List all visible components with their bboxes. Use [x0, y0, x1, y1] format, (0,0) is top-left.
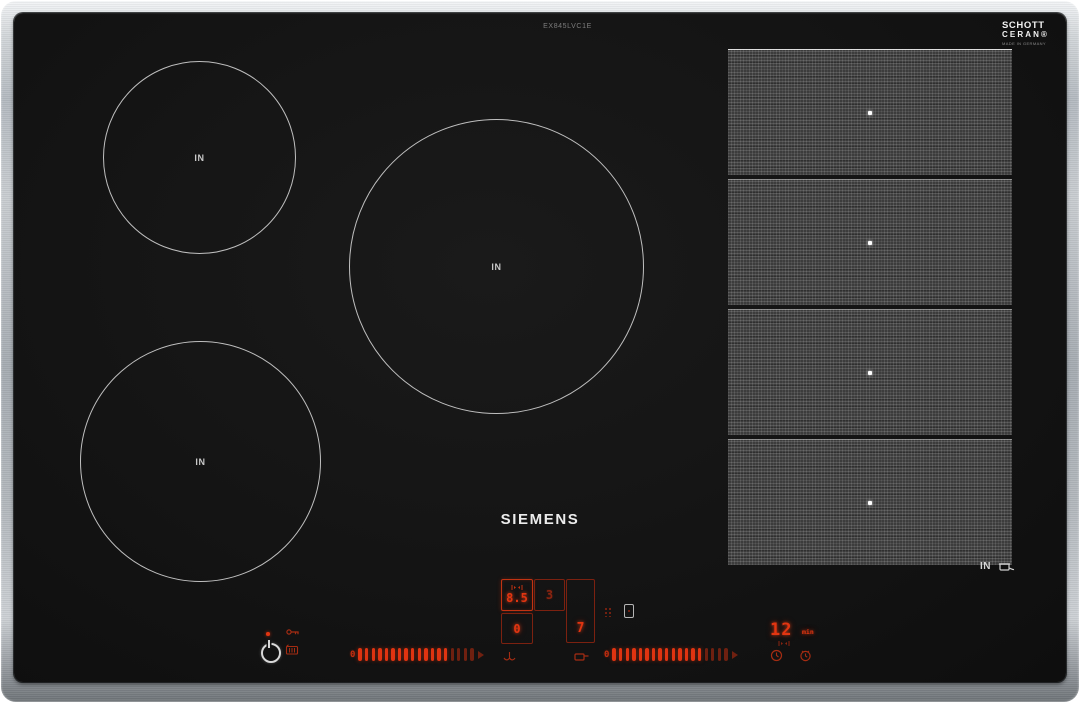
slider-segment[interactable] [470, 648, 474, 661]
flex-zone-segment [728, 309, 1012, 435]
schott-ceran-logo: SCHOTT CERAN® MADE IN GERMANY [1002, 21, 1060, 46]
zone-in-label: IN [491, 261, 502, 272]
timer-unit-label: min [802, 628, 814, 636]
model-code: EX845LVC1E [543, 23, 592, 30]
slider-boost-arrow-icon [731, 650, 738, 659]
slider-segment[interactable] [645, 648, 649, 661]
slider-segment[interactable] [704, 648, 708, 661]
child-lock-key-icon[interactable] [286, 628, 300, 636]
siemens-logo: SIEMENS [500, 511, 580, 528]
flex-zone-in-marking: IN [980, 560, 1015, 572]
cooking-zone-center-large: IN [349, 119, 644, 414]
slider-segment[interactable] [384, 648, 389, 661]
slider-zero-label: 0 [350, 649, 356, 660]
slider-segment[interactable] [612, 648, 616, 661]
slider-segment[interactable] [658, 648, 662, 661]
power-level-value: 0 [513, 621, 521, 636]
slider-segment[interactable] [424, 648, 428, 661]
timer-clock-icon[interactable] [770, 649, 783, 662]
bridge-zones-icon [511, 585, 523, 590]
power-level-value: 8.5 [506, 591, 528, 605]
heat-dots-icon [604, 607, 612, 617]
power-display-bridge[interactable]: 8.5 [501, 579, 533, 611]
slider-segment[interactable] [638, 648, 643, 661]
zone-center-dot [868, 240, 872, 245]
slider-segment[interactable] [632, 648, 636, 661]
pot-icon [998, 560, 1015, 572]
flex-zone-segment [728, 439, 1012, 565]
cooking-zone-front-left: IN [80, 341, 321, 582]
zone-center-dot [868, 110, 872, 115]
slider-segment[interactable] [437, 648, 441, 661]
slider-segment[interactable] [724, 648, 728, 661]
slider-segment[interactable] [417, 648, 422, 661]
power-display-secondary[interactable]: 3 [534, 579, 565, 611]
slider-segment[interactable] [404, 648, 408, 661]
slider-segment[interactable] [457, 648, 461, 661]
slider-segment[interactable] [463, 648, 468, 661]
zone-center-dot [868, 500, 872, 505]
pause-function-icon[interactable] [285, 644, 299, 655]
zone-in-label: IN [195, 456, 206, 467]
power-level-value: 7 [576, 621, 585, 636]
frying-pan-icon[interactable] [574, 652, 589, 661]
power-slider-left[interactable]: 0 [350, 646, 484, 663]
slider-boost-arrow-icon [477, 650, 484, 659]
flex-zone-segment [728, 49, 1012, 175]
slider-segment[interactable] [684, 648, 689, 661]
power-level-value: 3 [545, 588, 554, 602]
slider-segment[interactable] [665, 648, 669, 661]
slider-segment[interactable] [671, 648, 676, 661]
slider-segment[interactable] [625, 648, 629, 661]
slider-segment[interactable] [651, 648, 656, 661]
slider-segment[interactable] [443, 648, 448, 661]
slider-segment[interactable] [430, 648, 435, 661]
slider-zero-label: 0 [604, 649, 610, 660]
slider-segment[interactable] [411, 648, 415, 661]
flex-zone-segment [728, 179, 1012, 305]
slider-segment[interactable] [371, 648, 375, 661]
slider-segment[interactable] [365, 648, 369, 661]
slider-segment[interactable] [450, 648, 454, 661]
zone-center-dot [868, 370, 872, 375]
melt-function-icon[interactable] [503, 651, 516, 661]
zone-in-label: IN [980, 560, 991, 572]
schott-line2: CERAN® [1002, 29, 1049, 39]
flex-zone-select-icon[interactable] [624, 604, 634, 618]
slider-segment[interactable] [619, 648, 623, 661]
zone-in-label: IN [194, 152, 205, 163]
power-display-front[interactable]: 0 [501, 613, 533, 644]
slider-segment[interactable] [711, 648, 715, 661]
cooktop-product-photo: EX845LVC1E SCHOTT CERAN® MADE IN GERMANY… [0, 0, 1080, 703]
power-indicator-led [266, 632, 270, 636]
cooking-zone-rear-left: IN [103, 61, 296, 254]
timer-zone-marker-icon [778, 641, 790, 646]
power-slider-right[interactable]: 0 [604, 646, 738, 663]
slider-segment[interactable] [717, 648, 722, 661]
schott-subtext: MADE IN GERMANY [1002, 40, 1047, 46]
slider-segment[interactable] [697, 648, 702, 661]
power-button[interactable] [261, 643, 281, 663]
slider-segment[interactable] [397, 648, 402, 661]
power-display-flex[interactable]: 7 [566, 579, 595, 643]
power-icon [268, 640, 270, 648]
slider-segment[interactable] [678, 648, 682, 661]
slider-segment[interactable] [358, 648, 362, 661]
slider-segment[interactable] [691, 648, 695, 661]
slider-segment[interactable] [391, 648, 395, 661]
timer-display: 12 [770, 620, 793, 640]
alarm-clock-icon[interactable] [799, 649, 812, 662]
flex-induction-zone [728, 49, 1012, 569]
slider-segment[interactable] [378, 648, 382, 661]
